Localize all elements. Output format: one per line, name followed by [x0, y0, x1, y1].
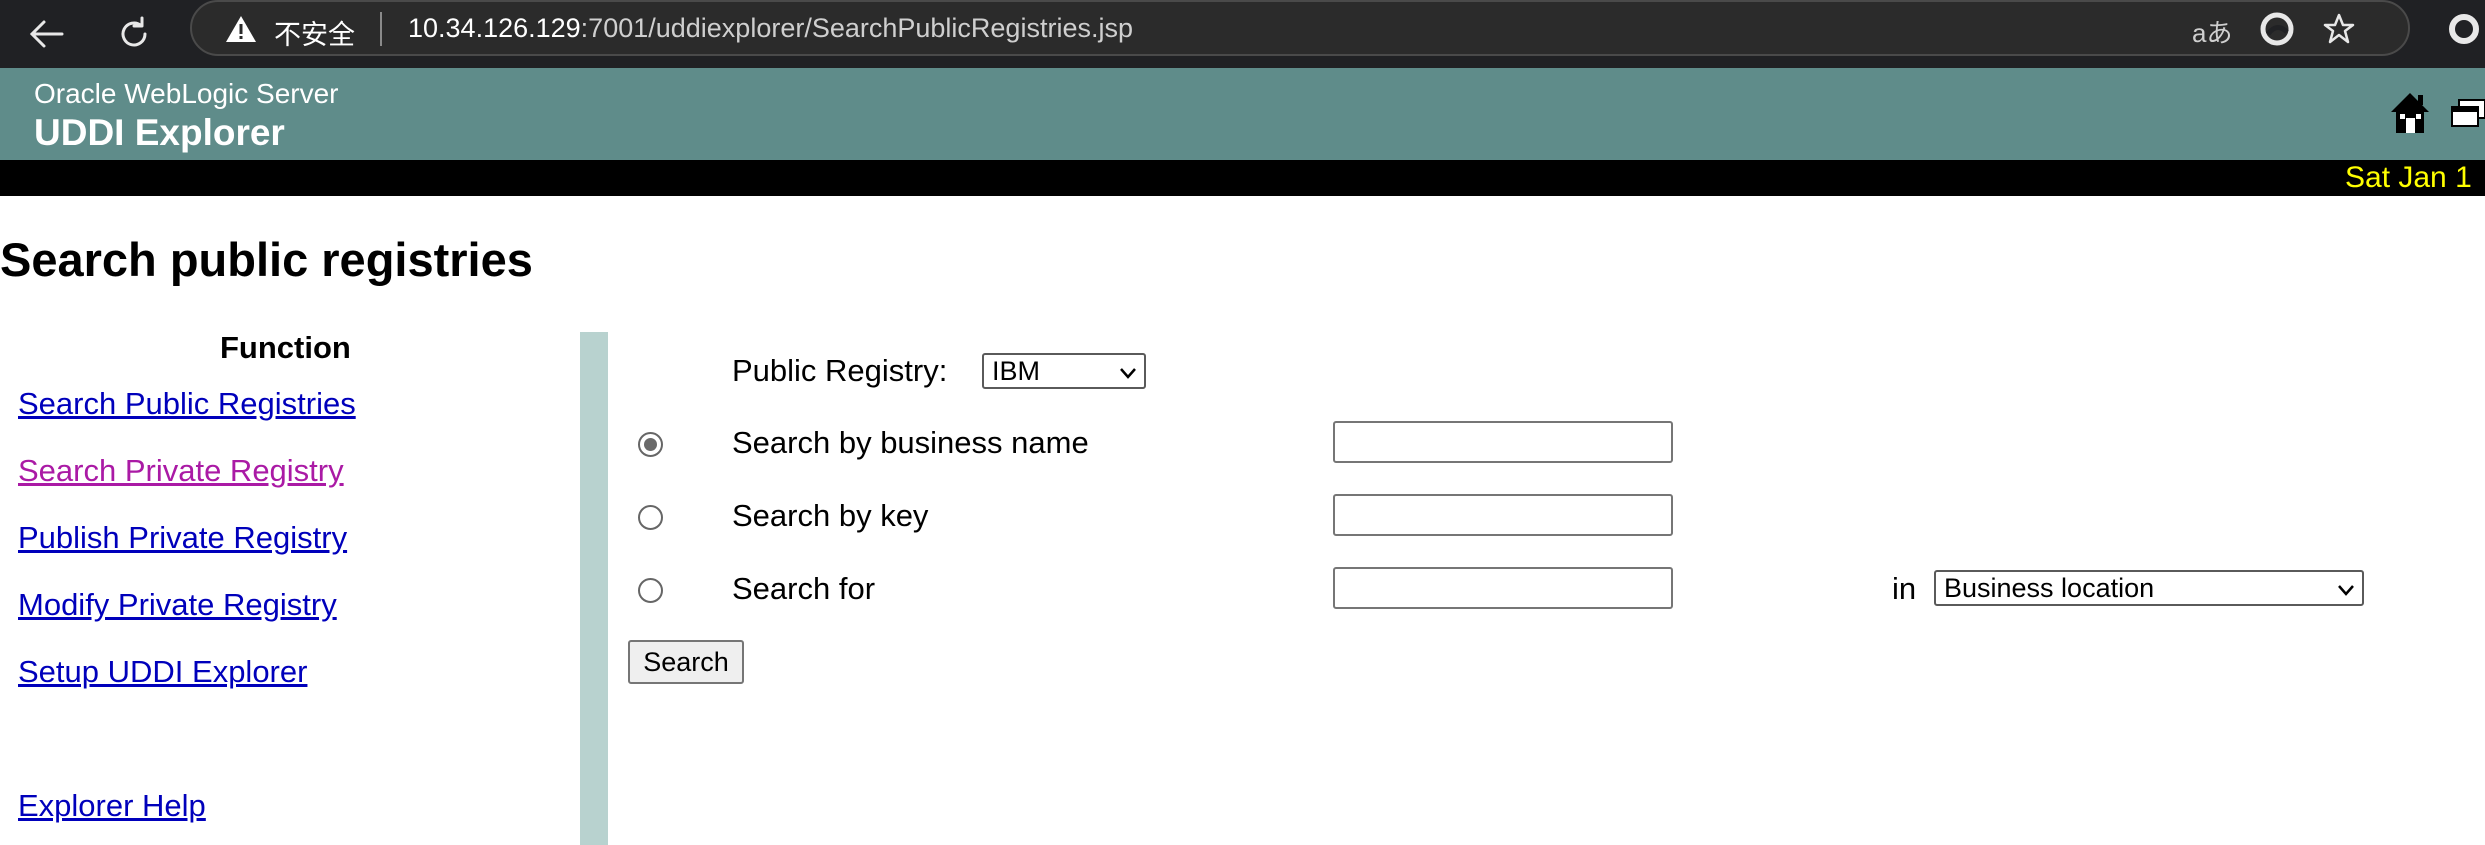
option-label-key: Search by key: [732, 498, 929, 533]
profile-icon[interactable]: [2449, 14, 2479, 44]
page-title: Search public registries: [0, 233, 533, 286]
reload-button[interactable]: [106, 6, 162, 62]
key-input[interactable]: [1333, 494, 1673, 536]
browser-toolbar: 不安全 10.34.126.129:7001/uddiexplorer/Sear…: [0, 0, 2485, 68]
chevron-down-icon: [1120, 368, 1136, 379]
address-separator: [380, 12, 382, 46]
search-button[interactable]: Search: [628, 640, 744, 684]
sidebar-link-publish-private[interactable]: Publish Private Registry: [18, 520, 347, 556]
windows-icon[interactable]: [2450, 98, 2485, 128]
sidebar-link-setup[interactable]: Setup UDDI Explorer: [18, 654, 307, 690]
favorite-star-icon[interactable]: [2322, 12, 2356, 46]
app-name: UDDI Explorer: [34, 112, 285, 153]
sidebar-link-search-private[interactable]: Search Private Registry: [18, 453, 344, 489]
radio-search-for[interactable]: [638, 578, 663, 603]
sidebar-link-search-public[interactable]: Search Public Registries: [18, 386, 356, 422]
read-aloud-icon[interactable]: aあ: [2192, 13, 2232, 50]
app-header: Oracle WebLogic Server UDDI Explorer: [0, 68, 2485, 160]
sidebar-heading: Function: [220, 330, 351, 365]
product-name: Oracle WebLogic Server: [34, 78, 339, 109]
sidebar-divider: [580, 332, 608, 845]
back-arrow-icon: [29, 20, 64, 48]
back-button[interactable]: [18, 6, 74, 62]
address-bar[interactable]: 不安全 10.34.126.129:7001/uddiexplorer/Sear…: [190, 0, 2410, 56]
edge-copilot-icon[interactable]: [2260, 12, 2294, 46]
home-icon[interactable]: [2388, 90, 2432, 136]
url-path: :7001/uddiexplorer/SearchPublicRegistrie…: [580, 13, 1133, 43]
registry-select-value: IBM: [992, 355, 1041, 386]
radio-key[interactable]: [638, 505, 663, 530]
radio-business-name[interactable]: [638, 432, 663, 457]
option-label-business-name: Search by business name: [732, 425, 1089, 460]
url-host: 10.34.126.129: [408, 13, 581, 43]
sidebar-link-help[interactable]: Explorer Help: [18, 788, 206, 824]
option-label-search-for: Search for: [732, 571, 876, 606]
in-label: in: [1892, 571, 1917, 606]
reload-icon: [121, 16, 147, 47]
search-for-input[interactable]: [1333, 567, 1673, 609]
registry-select[interactable]: IBM: [982, 353, 1146, 389]
current-date: Sat Jan 1: [2345, 161, 2472, 194]
warning-icon[interactable]: [224, 14, 258, 44]
search-category-value: Business location: [1944, 572, 2155, 603]
security-status-label[interactable]: 不安全: [274, 13, 355, 52]
chevron-down-icon: [2338, 585, 2354, 596]
business-name-input[interactable]: [1333, 421, 1673, 463]
sidebar-link-modify-private[interactable]: Modify Private Registry: [18, 587, 337, 623]
registry-label: Public Registry:: [732, 353, 948, 388]
url-text[interactable]: 10.34.126.129:7001/uddiexplorer/SearchPu…: [408, 13, 1133, 44]
search-category-select[interactable]: Business location: [1934, 570, 2364, 606]
date-bar: Sat Jan 1: [0, 160, 2485, 196]
